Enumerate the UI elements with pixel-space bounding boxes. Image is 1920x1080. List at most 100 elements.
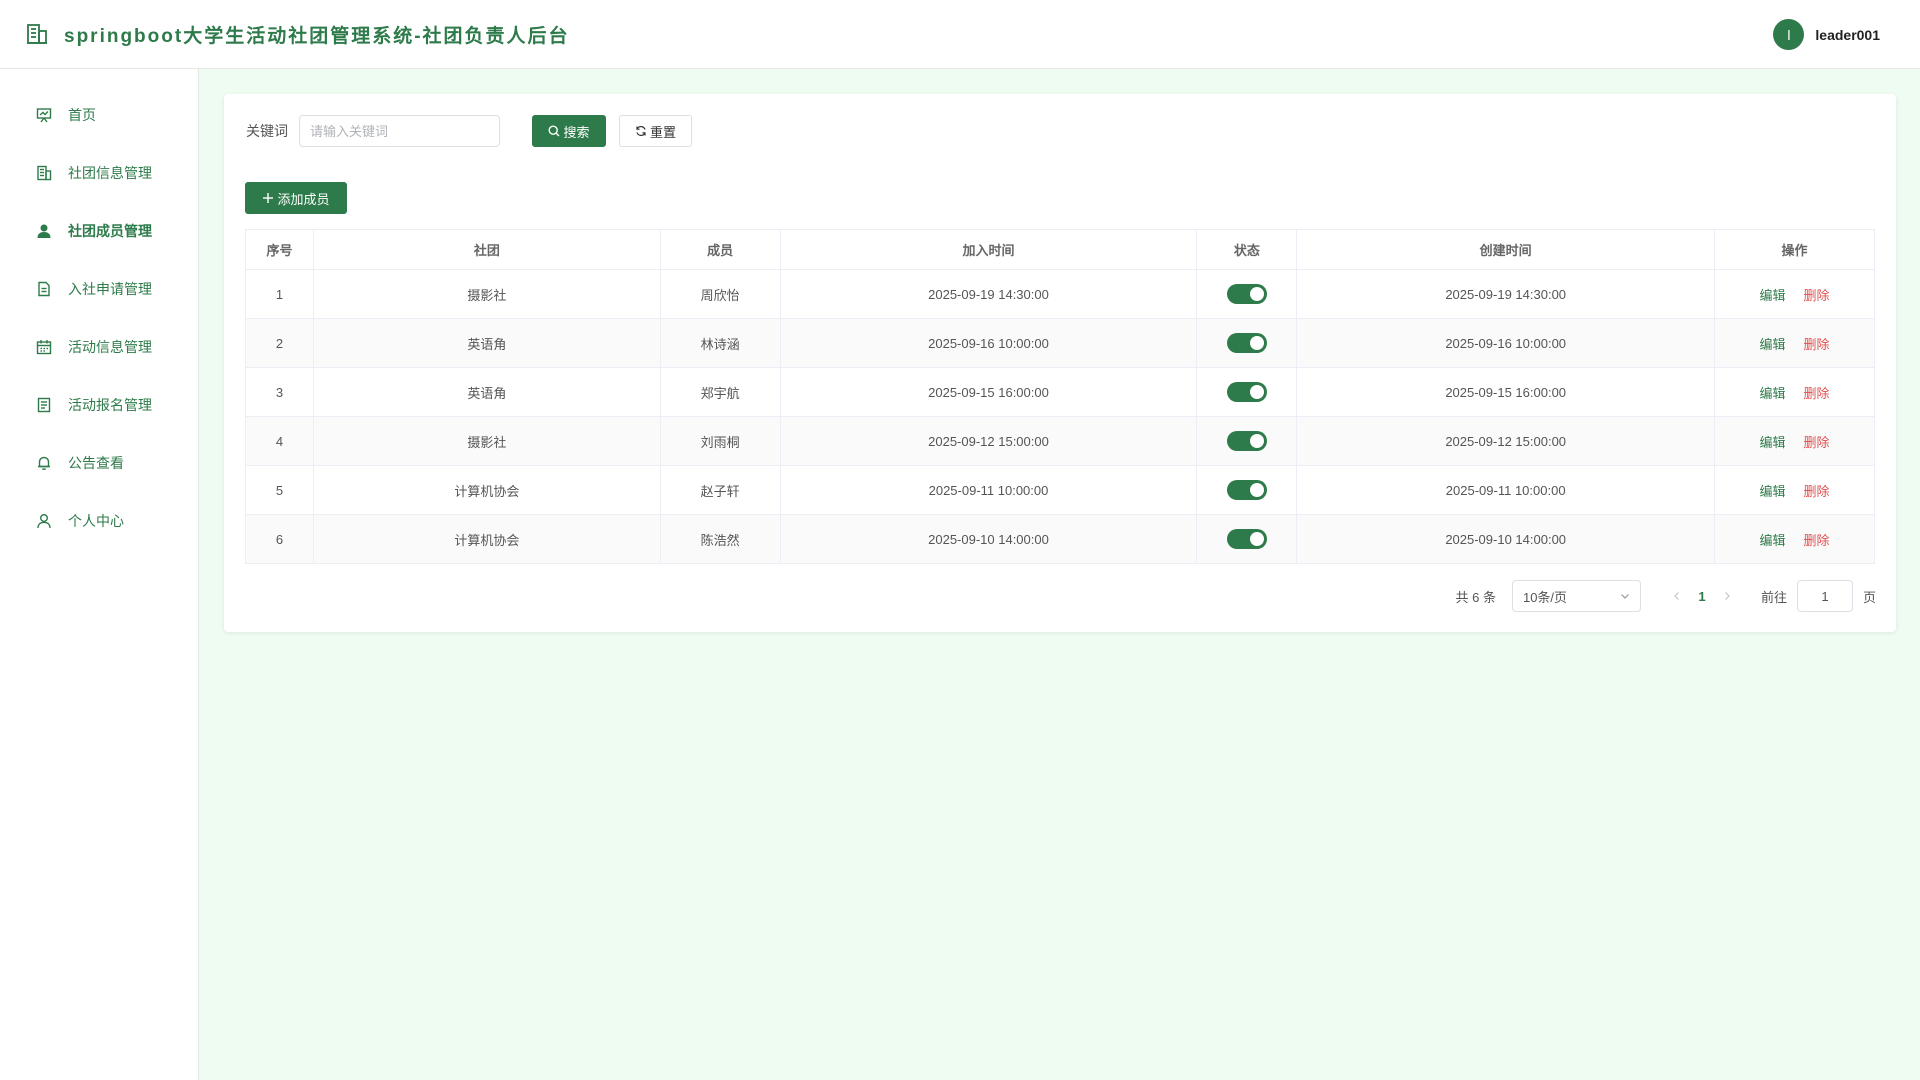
cell-index: 6 [245, 514, 314, 564]
username[interactable]: leader001 [1815, 27, 1880, 43]
search-button-label: 搜索 [563, 124, 590, 140]
plus-icon [263, 193, 274, 203]
status-toggle[interactable] [1226, 480, 1267, 500]
page-number-current[interactable]: 1 [1687, 589, 1717, 604]
goto-page-input[interactable] [1796, 580, 1853, 612]
col-header-created[interactable]: 创建时间 [1296, 229, 1716, 270]
cell-status [1196, 416, 1298, 466]
sidebar-item-label: 社团成员管理 [68, 223, 152, 239]
chevron-left-icon [1674, 591, 1679, 600]
search-input[interactable] [299, 115, 500, 147]
status-toggle[interactable] [1226, 284, 1267, 304]
cell-member: 刘雨桐 [659, 416, 781, 466]
pagination-total: 共 6 条 [1455, 589, 1496, 605]
cell-actions: 编辑 删除 [1714, 367, 1875, 417]
cell-club: 摄影社 [312, 416, 661, 466]
cell-join-time: 2025-09-11 10:00:00 [779, 465, 1198, 515]
col-header-status[interactable]: 状态 [1196, 229, 1298, 270]
col-header-member[interactable]: 成员 [659, 229, 781, 270]
cell-join-time: 2025-09-12 15:00:00 [779, 416, 1198, 466]
edit-link[interactable]: 编辑 [1760, 288, 1786, 303]
bell-icon [35, 454, 53, 472]
user-menu[interactable]: l leader001 [1773, 19, 1880, 50]
cell-member: 赵子轩 [659, 465, 781, 515]
status-toggle[interactable] [1226, 333, 1267, 353]
col-header-club[interactable]: 社团 [312, 229, 661, 270]
cell-created: 2025-09-16 10:00:00 [1296, 318, 1716, 368]
goto-label: 前往 [1760, 589, 1787, 605]
cell-member: 郑宇航 [659, 367, 781, 417]
sidebar-item-label: 社团信息管理 [68, 165, 152, 181]
pagination: 共 6 条 10条/页 1 前往 页 [1455, 580, 1876, 612]
sidebar: 首页 社团信息管理 社团成员管理 入社申请管理 活动信息管理 活动报名管理 公告… [0, 69, 199, 1080]
edit-link[interactable]: 编辑 [1760, 533, 1786, 548]
search-button[interactable]: 搜索 [532, 115, 606, 147]
sidebar-item-activity-info[interactable]: 活动信息管理 [0, 318, 198, 376]
cell-actions: 编辑 删除 [1714, 269, 1875, 319]
top-header: springboot大学生活动社团管理系统-社团负责人后台 l leader00… [0, 0, 1920, 69]
presentation-chart-icon [35, 106, 53, 124]
edit-link[interactable]: 编辑 [1760, 435, 1786, 450]
col-header-index[interactable]: 序号 [245, 229, 314, 270]
cell-member: 周欣怡 [659, 269, 781, 319]
user-filled-icon [35, 222, 53, 240]
add-member-button[interactable]: 添加成员 [245, 182, 347, 214]
cell-club: 英语角 [312, 367, 661, 417]
document-icon [35, 280, 53, 298]
cell-actions: 编辑 删除 [1714, 465, 1875, 515]
table-row: 4 摄影社 刘雨桐 2025-09-12 15:00:00 2025-09-12… [245, 416, 1875, 466]
cell-status [1196, 269, 1298, 319]
cell-created: 2025-09-11 10:00:00 [1296, 465, 1716, 515]
cell-club: 计算机协会 [312, 465, 661, 515]
cell-index: 2 [245, 318, 314, 368]
status-toggle[interactable] [1226, 529, 1267, 549]
search-icon [548, 125, 560, 137]
sidebar-item-label: 公告查看 [68, 455, 124, 471]
col-header-actions[interactable]: 操作 [1714, 229, 1875, 270]
page-size-select[interactable]: 10条/页 [1511, 580, 1641, 612]
status-toggle[interactable] [1226, 431, 1267, 451]
sidebar-item-label: 个人中心 [68, 513, 124, 529]
form-icon [35, 396, 53, 414]
delete-link[interactable]: 删除 [1804, 288, 1830, 303]
edit-link[interactable]: 编辑 [1760, 386, 1786, 401]
col-header-join-time[interactable]: 加入时间 [779, 229, 1198, 270]
sidebar-item-activity-signups[interactable]: 活动报名管理 [0, 376, 198, 434]
status-toggle[interactable] [1226, 382, 1267, 402]
app-title: springboot大学生活动社团管理系统-社团负责人后台 [64, 25, 570, 47]
next-page-button[interactable] [1717, 589, 1737, 604]
reset-button-label: 重置 [649, 124, 676, 140]
sidebar-item-join-requests[interactable]: 入社申请管理 [0, 260, 198, 318]
cell-created: 2025-09-12 15:00:00 [1296, 416, 1716, 466]
cell-join-time: 2025-09-19 14:30:00 [779, 269, 1198, 319]
cell-actions: 编辑 删除 [1714, 514, 1875, 564]
table-row: 3 英语角 郑宇航 2025-09-15 16:00:00 2025-09-15… [245, 367, 1875, 417]
delete-link[interactable]: 删除 [1804, 337, 1830, 352]
chevron-right-icon [1725, 591, 1730, 600]
sidebar-item-home[interactable]: 首页 [0, 86, 198, 144]
chevron-down-icon [1621, 594, 1629, 599]
avatar[interactable]: l [1773, 19, 1805, 50]
refresh-icon [636, 125, 646, 137]
delete-link[interactable]: 删除 [1804, 386, 1830, 401]
prev-page-button[interactable] [1667, 589, 1687, 604]
sidebar-item-profile[interactable]: 个人中心 [0, 492, 198, 550]
delete-link[interactable]: 删除 [1804, 484, 1830, 499]
edit-link[interactable]: 编辑 [1760, 337, 1786, 352]
cell-member: 陈浩然 [659, 514, 781, 564]
cell-club: 计算机协会 [312, 514, 661, 564]
sidebar-item-announcements[interactable]: 公告查看 [0, 434, 198, 492]
sidebar-item-label: 入社申请管理 [68, 281, 152, 297]
delete-link[interactable]: 删除 [1804, 435, 1830, 450]
cell-status [1196, 465, 1298, 515]
search-label: 关键词 [246, 123, 288, 139]
cell-actions: 编辑 删除 [1714, 416, 1875, 466]
sidebar-item-club-info[interactable]: 社团信息管理 [0, 144, 198, 202]
page-size-value: 10条/页 [1522, 589, 1568, 605]
building-icon [35, 164, 53, 182]
reset-button[interactable]: 重置 [619, 115, 692, 147]
cell-index: 5 [245, 465, 314, 515]
delete-link[interactable]: 删除 [1804, 533, 1830, 548]
edit-link[interactable]: 编辑 [1760, 484, 1786, 499]
sidebar-item-club-members[interactable]: 社团成员管理 [0, 202, 198, 260]
